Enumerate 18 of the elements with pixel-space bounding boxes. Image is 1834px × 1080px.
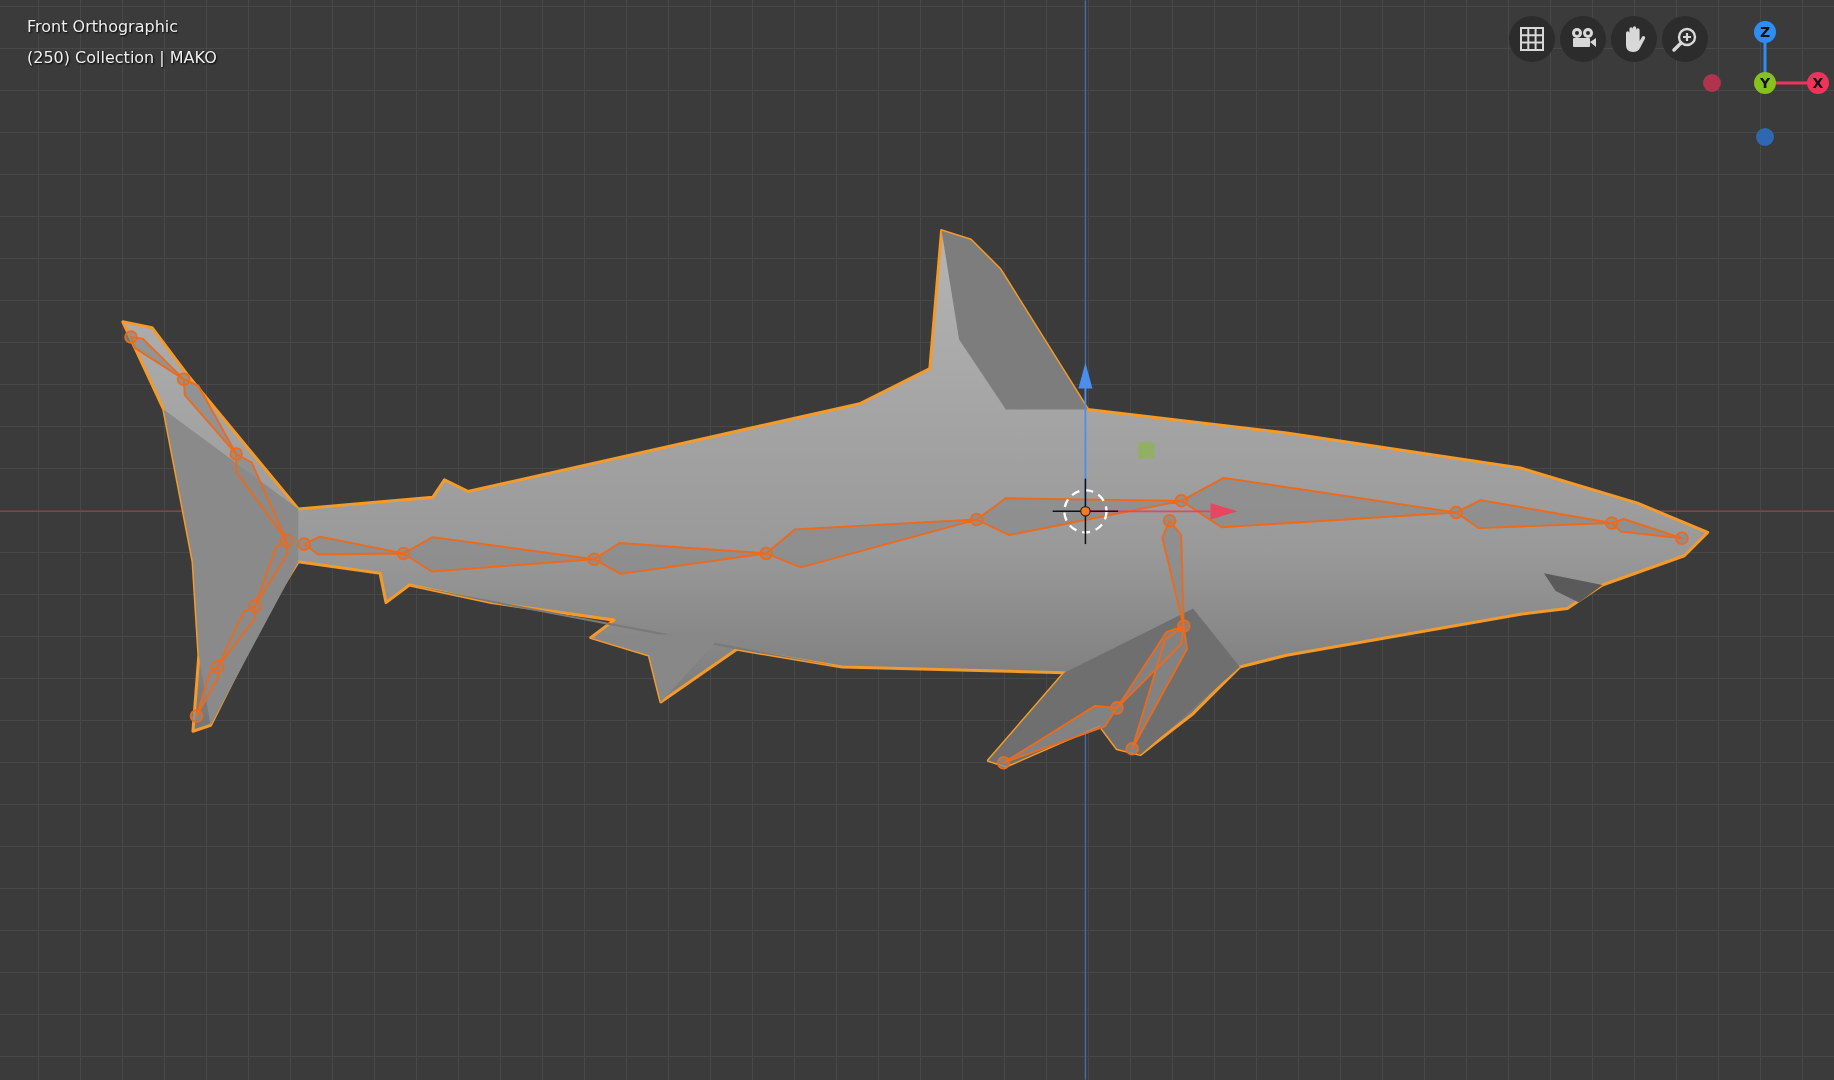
pan-hand-button[interactable] [1611,16,1657,62]
grid-toggle-button[interactable] [1509,16,1555,62]
grid-icon [1519,26,1545,52]
zoom-in-icon [1672,26,1698,52]
camera-view-button[interactable] [1560,16,1606,62]
axis-gizmo-button[interactable]: Y [1754,72,1776,94]
3d-viewport[interactable]: Front Orthographic (250) Collection | MAKO Z Y X [0,0,1834,1080]
mouth-shading [1543,573,1603,603]
view-title: Front Orthographic [27,17,179,36]
crosshair-cursor-icon [1051,477,1119,545]
armature-drawing[interactable] [124,330,1689,770]
axis-gizmo-button[interactable]: Z [1754,21,1776,43]
axis-dot-button[interactable] [1703,74,1721,92]
axis-gizmo-button[interactable]: X [1807,72,1829,94]
axis-dot-button[interactable] [1756,128,1774,146]
collection-info: (250) Collection | MAKO [27,48,217,67]
small-square-marker [1138,442,1155,459]
zoom-in-button[interactable] [1662,16,1708,62]
